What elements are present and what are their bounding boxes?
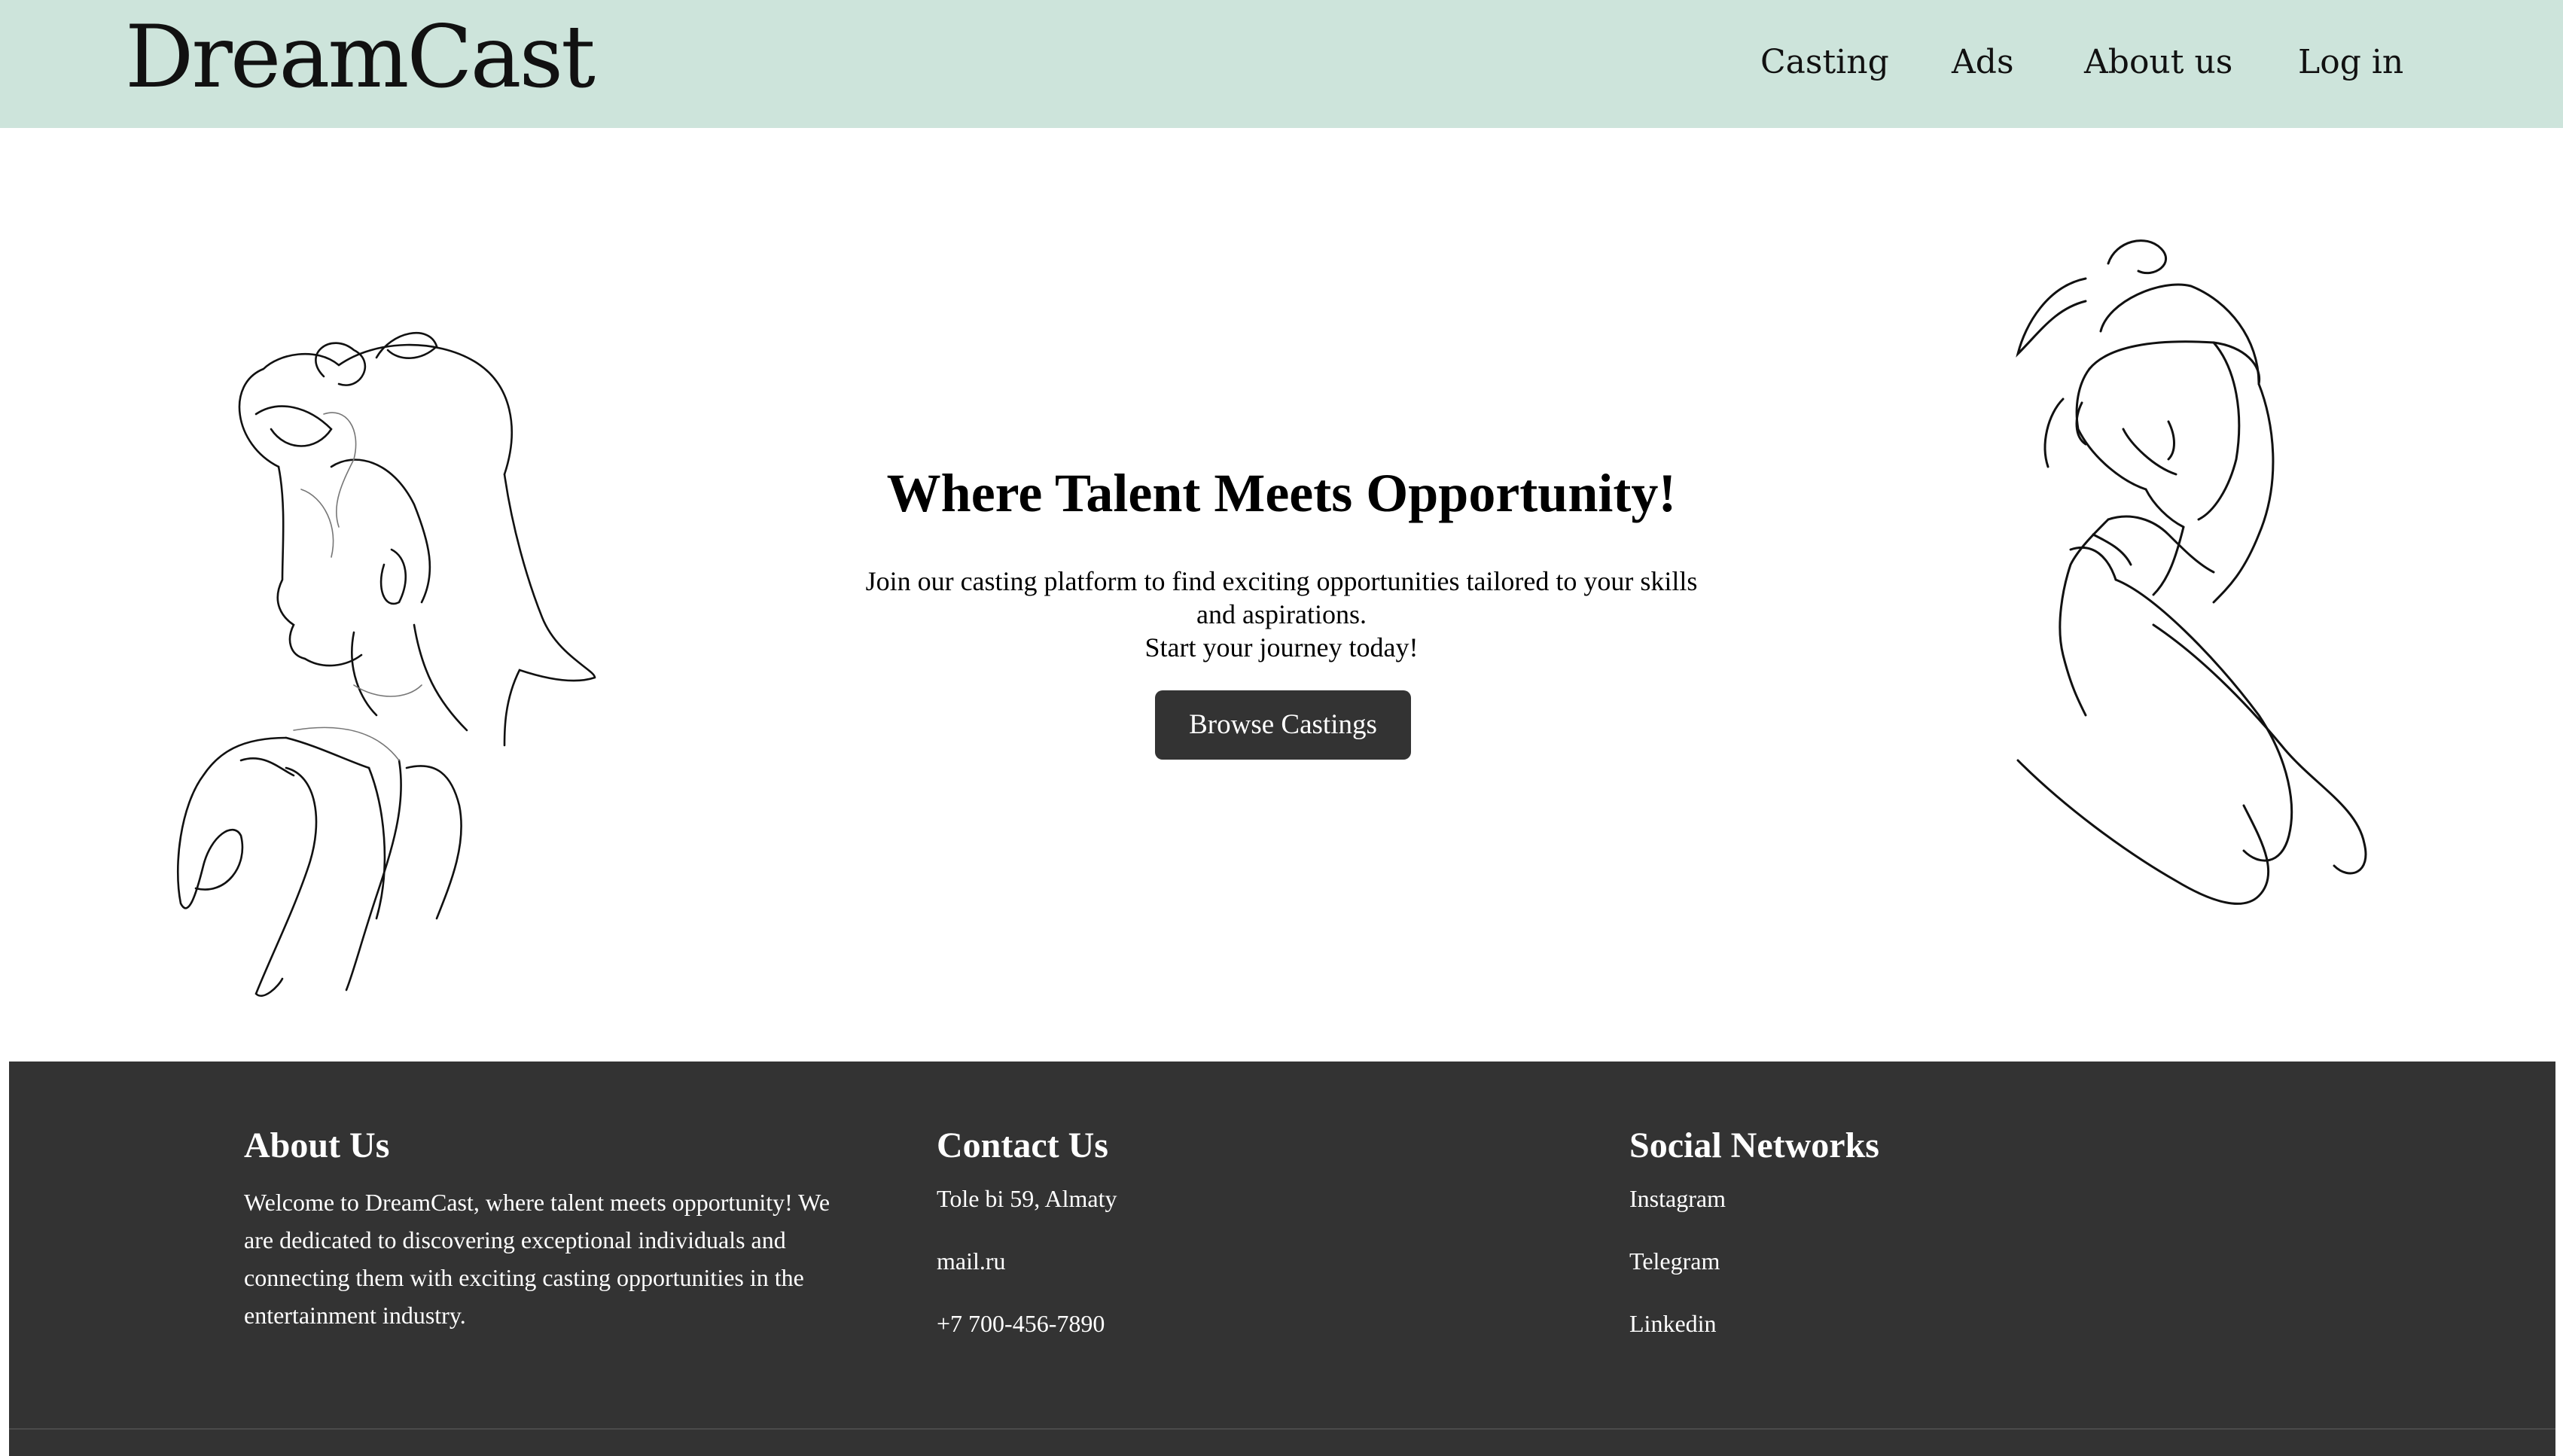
man-line-drawing-illustration xyxy=(177,331,596,997)
footer-divider xyxy=(9,1428,2555,1430)
footer-social-title: Social Networks xyxy=(1629,1126,1879,1165)
browse-castings-button[interactable]: Browse Castings xyxy=(1155,690,1411,760)
footer-social-column: Social Networks Instagram Telegram Linke… xyxy=(1629,1123,1879,1371)
footer-social-link-telegram[interactable]: Telegram xyxy=(1629,1246,1879,1276)
woman-line-drawing-illustration xyxy=(2016,239,2367,905)
site-footer: About Us Welcome to DreamCast, where tal… xyxy=(9,1062,2555,1456)
site-logo[interactable]: DreamCast xyxy=(125,5,596,110)
footer-contact-address: Tole bi 59, Almaty xyxy=(937,1185,1117,1212)
footer-about-column: About Us Welcome to DreamCast, where tal… xyxy=(244,1123,846,1334)
nav-link-casting[interactable]: Casting xyxy=(1760,38,1889,87)
footer-about-text: Welcome to DreamCast, where talent meets… xyxy=(244,1189,830,1329)
hero-title: Where Talent Meets Opportunity! xyxy=(886,463,1677,523)
footer-social-link-instagram[interactable]: Instagram xyxy=(1629,1183,1879,1214)
site-header: DreamCast Casting Ads About us Log in xyxy=(0,0,2563,128)
nav-link-log-in[interactable]: Log in xyxy=(2298,38,2403,87)
hero-description: Join our casting platform to find exciti… xyxy=(851,565,1712,664)
footer-social-link-linkedin[interactable]: Linkedin xyxy=(1629,1308,1879,1339)
nav-link-about-us[interactable]: About us xyxy=(2084,38,2232,87)
footer-contact-title: Contact Us xyxy=(937,1126,1108,1165)
footer-contact-phone[interactable]: +7 700-456-7890 xyxy=(937,1308,1117,1339)
hero-description-line: Join our casting platform to find exciti… xyxy=(865,566,1698,596)
footer-about-title: About Us xyxy=(244,1126,390,1165)
footer-contact-email[interactable]: mail.ru xyxy=(937,1246,1117,1276)
nav-link-ads[interactable]: Ads xyxy=(1952,38,2014,87)
hero-description-line: and aspirations. xyxy=(1196,599,1367,629)
hero-section: Where Talent Meets Opportunity! Join our… xyxy=(0,128,2563,1062)
hero-description-line: Start your journey today! xyxy=(1144,632,1419,663)
footer-contact-column: Contact Us Tole bi 59, Almaty mail.ru +7… xyxy=(937,1123,1117,1371)
